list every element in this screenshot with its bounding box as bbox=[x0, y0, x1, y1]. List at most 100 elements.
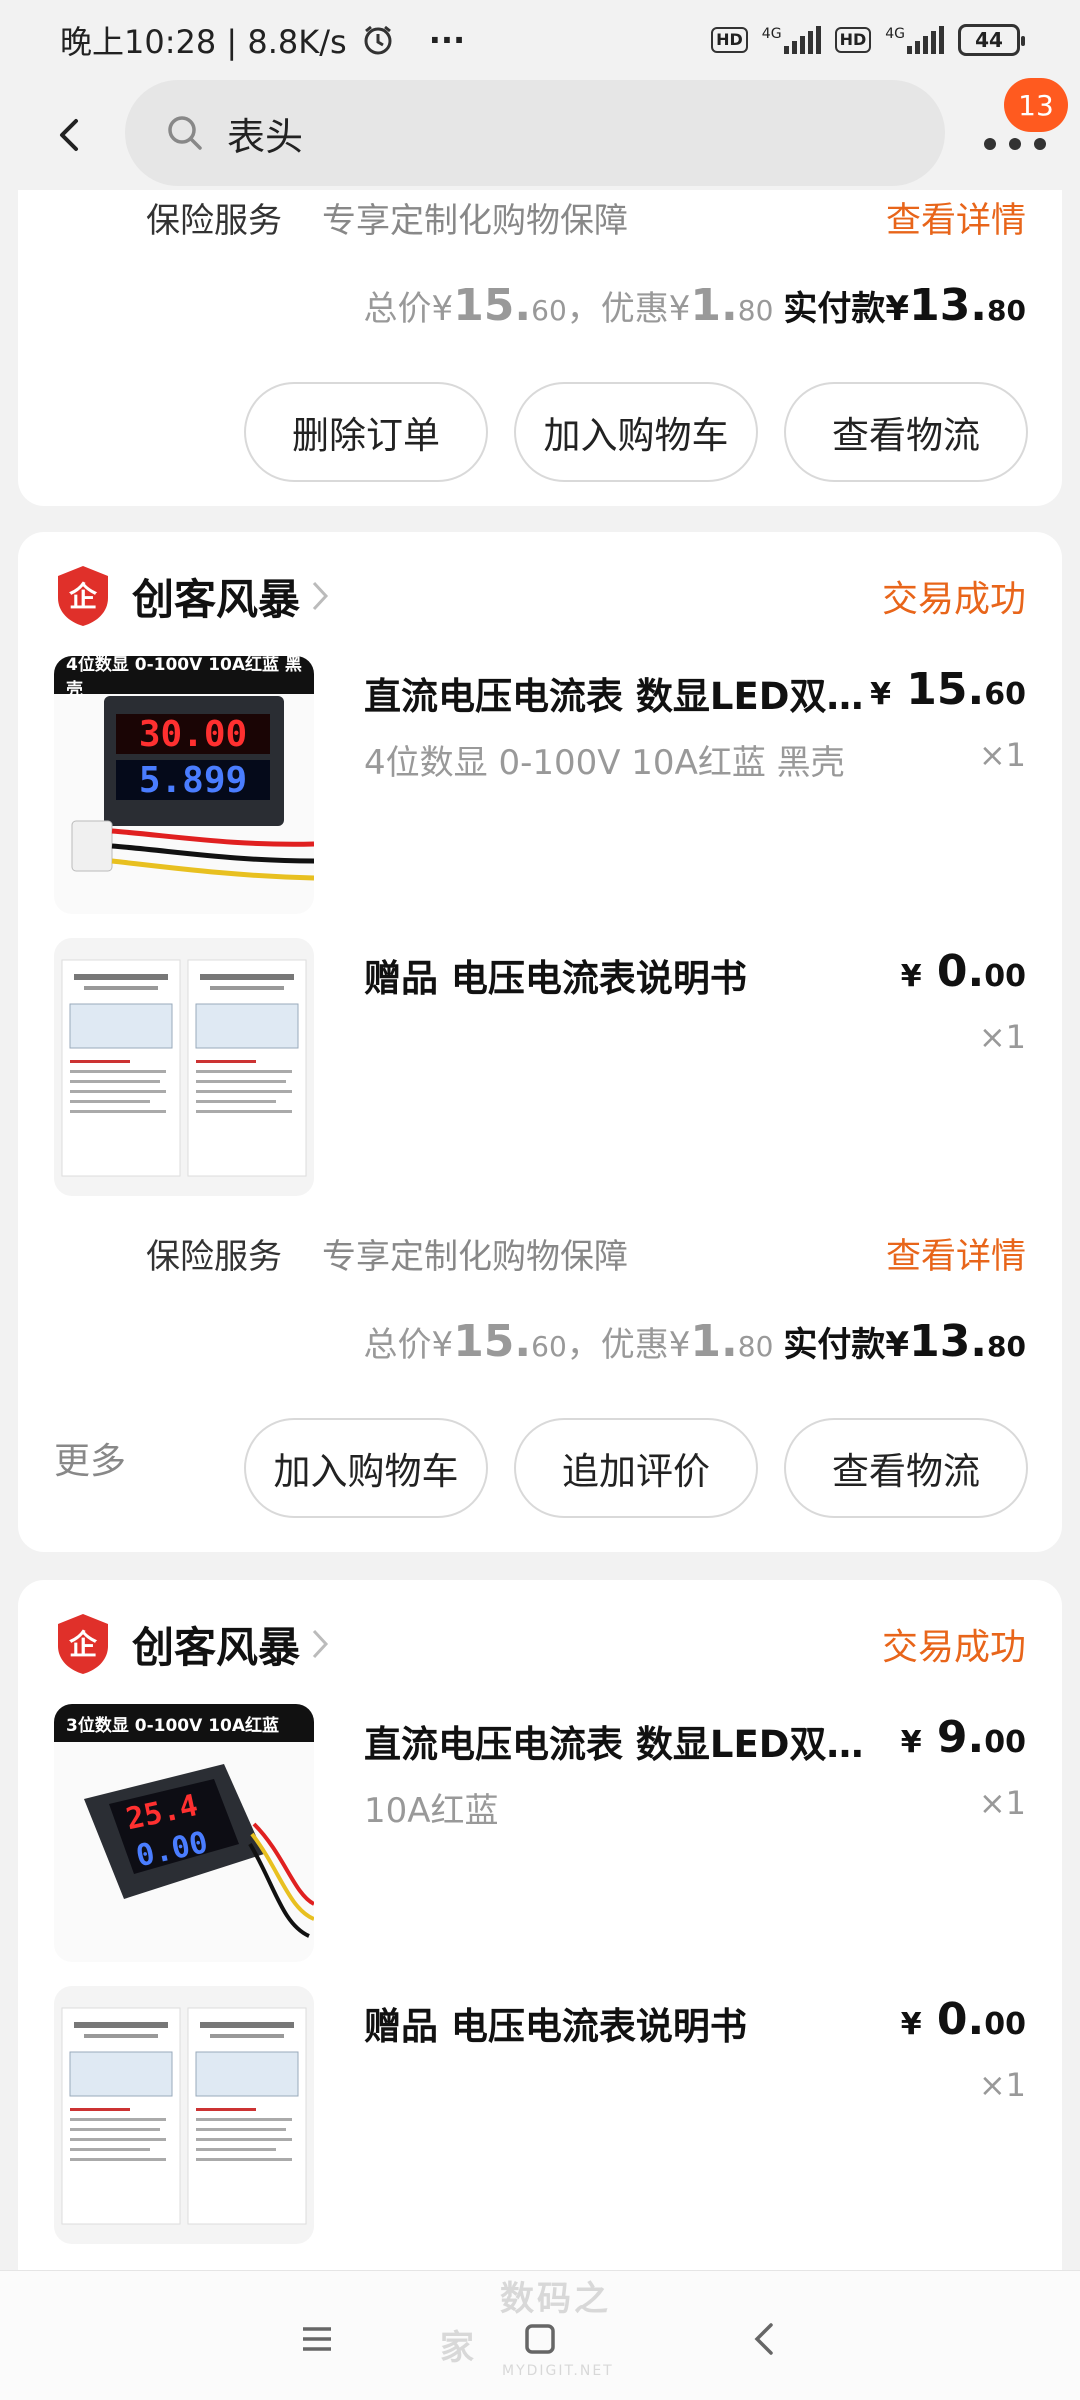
order-item[interactable]: 3位数显 0-100V 10A红蓝 25.4 0.00 直流电压电流表 数显LE… bbox=[54, 1704, 1026, 1964]
discount-int: 1. bbox=[690, 280, 738, 331]
chevron-right-icon bbox=[312, 581, 329, 611]
paid-dec: 80 bbox=[987, 1330, 1026, 1363]
product-price: ¥ 9.00 bbox=[900, 1712, 1026, 1763]
order-card[interactable]: 企 创客风暴 交易成功 4位数显 0-100V 10A红蓝 黑壳 30.00 5… bbox=[18, 532, 1062, 1552]
paid-dec: 80 bbox=[987, 294, 1026, 327]
overflow-dots: ··· bbox=[428, 21, 466, 59]
product-price: ¥ 15.60 bbox=[870, 664, 1026, 715]
shop-name: 创客风暴 bbox=[132, 574, 301, 624]
chevron-right-icon bbox=[312, 1629, 329, 1659]
search-input[interactable]: 表头 bbox=[125, 80, 945, 186]
insurance-label: 保险服务 bbox=[146, 201, 282, 241]
signal-icon: 4G bbox=[762, 26, 821, 54]
svg-text:5.899: 5.899 bbox=[139, 760, 247, 801]
order-status: 交易成功 bbox=[881, 1627, 1026, 1668]
search-icon bbox=[168, 116, 202, 150]
insurance-row: 保险服务 专享定制化购物保障 查看详情 bbox=[146, 1228, 1026, 1279]
delete-order-button[interactable]: 删除订单 bbox=[244, 382, 488, 482]
product-image[interactable]: 4位数显 0-100V 10A红蓝 黑壳 30.00 5.899 bbox=[54, 656, 314, 914]
order-status: 交易成功 bbox=[881, 579, 1026, 620]
insurance-desc: 专享定制化购物保障 bbox=[322, 1237, 628, 1277]
top-bar: 表头 bbox=[0, 80, 1080, 190]
gift-price: ¥ 0.00 bbox=[900, 946, 1026, 997]
enterprise-shop-icon: 企 bbox=[58, 1614, 108, 1674]
price-summary: 总价¥ 15. 60 ，优惠¥ 1. 80 实付款¥ 13. 80 bbox=[364, 1316, 1026, 1367]
discount-dec: 80 bbox=[737, 294, 774, 327]
product-image[interactable]: 3位数显 0-100V 10A红蓝 25.4 0.00 bbox=[54, 1704, 314, 1962]
total-dec: 60 bbox=[531, 1330, 567, 1363]
product-qty: ×1 bbox=[978, 1784, 1026, 1822]
status-bar: 晚上10:28 | 8.8K/s ··· HD 4G HD 4G 44 bbox=[0, 0, 1080, 80]
order-item[interactable]: 4位数显 0-100V 10A红蓝 黑壳 30.00 5.899 直流电压电流表… bbox=[54, 656, 1026, 916]
paid-int: 13. bbox=[909, 1316, 988, 1367]
product-spec: 10A红蓝 bbox=[364, 1791, 499, 1831]
meter-photo: 30.00 5.899 bbox=[71, 696, 314, 881]
paid-int: 13. bbox=[909, 280, 988, 331]
total-label: 总价¥ bbox=[363, 289, 454, 329]
total-int: 15. bbox=[453, 1316, 532, 1367]
total-int: 15. bbox=[453, 280, 532, 331]
gift-qty: ×1 bbox=[978, 2066, 1026, 2104]
product-image[interactable] bbox=[54, 938, 314, 1196]
shop-header[interactable]: 企 创客风暴 交易成功 bbox=[54, 1606, 1026, 1682]
time-speed: 晚上10:28 | 8.8K/s bbox=[60, 23, 347, 61]
shop-name: 创客风暴 bbox=[132, 1622, 301, 1672]
product-title: 直流电压电流表 数显LED双显数字电压电流表头 bbox=[364, 675, 884, 718]
product-image[interactable] bbox=[54, 1986, 314, 2244]
more-link[interactable]: 更多 bbox=[54, 1432, 126, 1484]
manual-photo bbox=[54, 938, 314, 1196]
discount-label: ，优惠¥ bbox=[566, 289, 691, 329]
discount-int: 1. bbox=[690, 1316, 738, 1367]
add-to-cart-button[interactable]: 加入购物车 bbox=[514, 382, 758, 482]
system-back-button[interactable] bbox=[735, 2309, 795, 2369]
svg-text:30.00: 30.00 bbox=[139, 714, 247, 755]
recent-apps-button[interactable] bbox=[287, 2309, 347, 2369]
product-qty: ×1 bbox=[978, 736, 1026, 774]
manual-photo bbox=[54, 1986, 314, 2244]
meter-photo: 25.4 0.00 bbox=[84, 1764, 314, 1938]
battery-icon: 44 bbox=[958, 24, 1025, 56]
back-chevron-icon bbox=[754, 2323, 773, 2355]
gift-title: 赠品 电压电流表说明书 bbox=[364, 957, 747, 1000]
discount-dec: 80 bbox=[737, 1330, 774, 1363]
signal-icon-2: 4G bbox=[885, 26, 944, 54]
gift-title: 赠品 电压电流表说明书 bbox=[364, 2005, 747, 2048]
insurance-label: 保险服务 bbox=[146, 1237, 282, 1277]
order-list: 保险服务 专享定制化购物保障 查看详情 总价¥ 15. 60 ，优惠¥ 1. 80 实付款¥… bbox=[0, 190, 1080, 2270]
hd-icon-2: HD bbox=[834, 27, 872, 53]
home-square-icon bbox=[525, 2324, 555, 2354]
home-button[interactable] bbox=[510, 2309, 570, 2369]
action-buttons: 加入购物车 追加评价 查看物流 bbox=[244, 1418, 1028, 1518]
insurance-row: 保险服务 专享定制化购物保障 查看详情 bbox=[146, 192, 1026, 243]
search-query: 表头 bbox=[227, 114, 304, 159]
action-buttons: 删除订单 加入购物车 查看物流 bbox=[244, 382, 1028, 482]
shop-header[interactable]: 企 创客风暴 交易成功 bbox=[54, 558, 1026, 634]
menu-icon bbox=[303, 2327, 331, 2351]
message-count-badge: 13 bbox=[1004, 78, 1068, 132]
enterprise-shop-icon: 企 bbox=[58, 566, 108, 626]
add-to-cart-button[interactable]: 加入购物车 bbox=[244, 1418, 488, 1518]
paid-label: 实付款¥ bbox=[783, 1325, 910, 1365]
alarm-icon bbox=[364, 25, 392, 55]
order-item[interactable]: 赠品 电压电流表说明书 ¥ 0.00 ×1 bbox=[54, 938, 1026, 1198]
order-card[interactable]: 企 创客风暴 交易成功 3位数显 0-100V 10A红蓝 25.4 0.00 … bbox=[18, 1580, 1062, 2270]
paid-label: 实付款¥ bbox=[783, 289, 910, 329]
order-card-partial: 保险服务 专享定制化购物保障 查看详情 总价¥ 15. 60 ，优惠¥ 1. 80 实付款¥… bbox=[18, 190, 1062, 506]
insurance-details-link[interactable]: 查看详情 bbox=[886, 192, 1026, 243]
price-summary: 总价¥ 15. 60 ，优惠¥ 1. 80 实付款¥ 13. 80 bbox=[364, 280, 1026, 331]
discount-label: ，优惠¥ bbox=[566, 1325, 691, 1365]
product-title: 直流电压电流表 数显LED双显数字电压电流表头 bbox=[364, 1723, 884, 1766]
view-logistics-button[interactable]: 查看物流 bbox=[784, 1418, 1028, 1518]
add-review-button[interactable]: 追加评价 bbox=[514, 1418, 758, 1518]
svg-text:企: 企 bbox=[69, 1628, 98, 1661]
back-button[interactable] bbox=[30, 95, 110, 175]
system-nav-bar: 数码之家 MYDIGIT.NET bbox=[0, 2270, 1080, 2400]
total-dec: 60 bbox=[531, 294, 567, 327]
product-spec: 4位数显 0-100V 10A红蓝 黑壳 bbox=[364, 743, 845, 783]
insurance-details-link[interactable]: 查看详情 bbox=[886, 1228, 1026, 1279]
order-item[interactable]: 赠品 电压电流表说明书 ¥ 0.00 ×1 bbox=[54, 1986, 1026, 2246]
view-logistics-button[interactable]: 查看物流 bbox=[784, 382, 1028, 482]
hd-icon: HD bbox=[711, 27, 748, 53]
insurance-desc: 专享定制化购物保障 bbox=[322, 201, 628, 241]
svg-text:企: 企 bbox=[69, 580, 98, 613]
